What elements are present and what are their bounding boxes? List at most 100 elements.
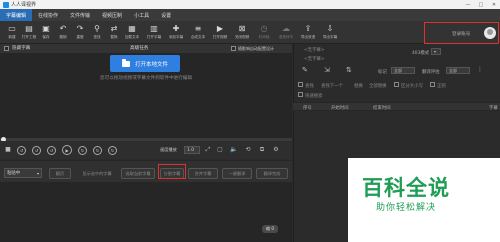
app-window: 人人译视界 — □ ✕ 字幕编辑 在线协作 文件传输 视频压制 小工具 设置 ▭… (0, 0, 500, 242)
toolbar-find-button[interactable]: ⚲ 查找 (89, 24, 105, 43)
open-video-icon: ▶ (216, 24, 224, 33)
save-icon: ▣ (42, 24, 50, 33)
toolbar-open-subtitle-button[interactable]: ▥ 打开字幕 (146, 24, 162, 43)
watermark-overlay: 百科全说 助你轻松解决 (348, 158, 500, 242)
menu-video-encode[interactable]: 视频压制 (96, 9, 128, 21)
close-video-icon: ⊠ (238, 24, 246, 33)
play-icon[interactable]: ▶ (62, 145, 72, 155)
translate-done-button[interactable]: 翻译完成 (256, 168, 288, 179)
stop-icon[interactable]: ■ (4, 146, 12, 154)
find-next-button[interactable]: 查找下一个 (321, 83, 343, 89)
hide-subtitle-checkbox[interactable] (4, 46, 9, 51)
menu-subtitle-edit[interactable]: 字幕编辑 (0, 9, 33, 21)
menu-online-collab[interactable]: 在线协作 (32, 9, 64, 21)
toolbar-replace-button[interactable]: ⇄ 替换 (106, 24, 122, 43)
mark-filter-select[interactable]: 全部 (391, 67, 415, 74)
action-button-2[interactable]: 显示选中的字幕 (76, 168, 118, 179)
timeline-zoom-badge[interactable]: 缩 0 (262, 225, 278, 233)
speed-select[interactable]: 1.0 (184, 146, 200, 154)
sort-icon[interactable]: ⇅ (346, 66, 352, 74)
regex-checkbox[interactable] (430, 82, 435, 87)
forward-large-icon[interactable]: ↻ (108, 146, 117, 155)
video-panel-title: 高级任务 (130, 46, 149, 51)
mode-value: 粘贴中 (7, 171, 21, 176)
minimize-button[interactable]: — (462, 0, 474, 9)
rewind-icon[interactable]: ↺ (32, 146, 41, 155)
rewind-large-icon[interactable]: ↺ (17, 146, 26, 155)
speed-value: 1.0 (187, 147, 194, 153)
action-button-3[interactable]: 选取当前字幕 (121, 168, 155, 179)
toolbar-undo-button[interactable]: ↶ 撤销 (55, 24, 71, 43)
toolbar-open-video-button[interactable]: ▶ 打开视频 (212, 24, 228, 43)
export-subtitle-icon: ⇩ (326, 24, 334, 33)
login-link[interactable]: 登录账号 (452, 31, 470, 37)
watermark-subtitle: 助你轻松解决 (376, 203, 437, 213)
col-end-time: 结束时间 (373, 106, 391, 111)
toolbar-new-button[interactable]: ▭ 新建 (4, 24, 20, 43)
timeline-area[interactable] (0, 182, 292, 242)
title-bar: 人人译视界 (0, 0, 500, 9)
match-case-checkbox[interactable] (394, 82, 399, 87)
find-checkbox[interactable] (298, 82, 303, 87)
match-case-label: 区分大小写 (401, 84, 423, 89)
open-project-icon: ▤ (25, 24, 33, 33)
more-icon[interactable]: ⋮ (477, 66, 483, 73)
replace-button[interactable]: 替换 (354, 83, 363, 89)
action-button-1[interactable]: 翻页 (49, 168, 71, 179)
split-button-highlight (158, 164, 186, 179)
add-subtitle-icon: ✚ (172, 24, 180, 33)
quick-search-checkbox[interactable] (298, 92, 303, 97)
menu-tools[interactable]: 小工具 (128, 9, 155, 21)
toolbar-redo-button[interactable]: ↷ 重做 (72, 24, 88, 43)
menu-file-transfer[interactable]: 文件传输 (64, 9, 96, 21)
chevron-down-icon: ▾ (36, 170, 39, 176)
toolbar-add-subtitle-button[interactable]: ✚ 添加字幕 (168, 24, 184, 43)
settings-icon[interactable]: ⚙ (272, 146, 280, 154)
forward-small-icon[interactable]: ↻ (78, 146, 87, 155)
rewind-small-icon[interactable]: ↺ (47, 146, 56, 155)
toolbar-speech-button[interactable]: ☁ 语音转写 (278, 24, 294, 43)
translate-filter-select[interactable]: 全部 (446, 67, 470, 74)
merge-subtitle-button[interactable]: 合并字幕 (188, 168, 218, 179)
subtitle-preview-1: <无字幕> (304, 48, 325, 53)
folder-icon (121, 59, 130, 67)
fullscreen-icon[interactable]: ⤢ (204, 146, 212, 154)
undo-icon: ↶ (59, 24, 67, 33)
app-title: 人人译视界 (11, 2, 37, 8)
subtitle-action-bar: 粘贴中 ▾ 翻页 显示选中的字幕 选取当前字幕 分割字幕 合并字幕 一键翻译 翻译… (0, 160, 292, 182)
maximize-button[interactable]: □ (475, 0, 487, 9)
timeline-icon: ◷ (260, 24, 268, 33)
menu-bar: 字幕编辑 在线协作 文件传输 视频压制 小工具 设置 (0, 9, 500, 21)
toolbar-export-button[interactable]: ⇪ 导出双语 (300, 24, 316, 43)
toolbar-load-text-button[interactable]: ▦ 加载文本 (124, 24, 140, 43)
pip-icon[interactable]: ⧉ (258, 146, 266, 154)
toolbar-open-project-button[interactable]: ▤ 打开工程 (21, 24, 37, 43)
video-header: 隐藏字幕 高级任务 随影响自动配置设计 (0, 44, 292, 54)
regex-label: 正则 (437, 84, 446, 89)
edit-icon[interactable]: ✎ (302, 66, 308, 74)
menu-settings[interactable]: 设置 (155, 9, 177, 21)
volume-icon[interactable]: 🔈 (230, 146, 238, 154)
close-button[interactable]: ✕ (488, 0, 500, 9)
mode-select-right[interactable]: ▾ (431, 48, 441, 55)
toolbar-close-video-button[interactable]: ⊠ 关闭视频 (234, 24, 250, 43)
toolbar-export-subtitle-button[interactable]: ⇩ 导出字幕 (322, 24, 338, 43)
forward-icon[interactable]: ↻ (93, 146, 102, 155)
one-key-translate-button[interactable]: 一键翻译 (222, 168, 252, 179)
toolbar-timeline-button[interactable]: ◷ 时间轴 (256, 24, 272, 43)
mode-status: 403模式 (412, 51, 430, 56)
replace-all-button[interactable]: 全部替换 (369, 83, 387, 89)
mode-select[interactable]: 粘贴中 ▾ (4, 168, 42, 178)
avatar[interactable] (484, 27, 496, 39)
mark-label: 标记 (378, 70, 387, 75)
col-index: 序号 (303, 106, 312, 111)
compress-icon[interactable]: ⇲ (324, 66, 330, 74)
snapshot-icon[interactable]: ▢ (216, 146, 224, 154)
toolbar-save-button[interactable]: ▣ 保存 (38, 24, 54, 43)
loop-icon[interactable]: ⟲ (244, 146, 252, 154)
watermark-title: 百科全说 (362, 176, 450, 200)
auto-config-checkbox[interactable] (231, 46, 236, 51)
open-local-file-button[interactable]: 打开本地文件 (110, 55, 180, 72)
toolbar-merge-text-button[interactable]: ≡ 合成文本 (190, 24, 206, 43)
quick-search-label: 快速搜索 (305, 94, 323, 99)
